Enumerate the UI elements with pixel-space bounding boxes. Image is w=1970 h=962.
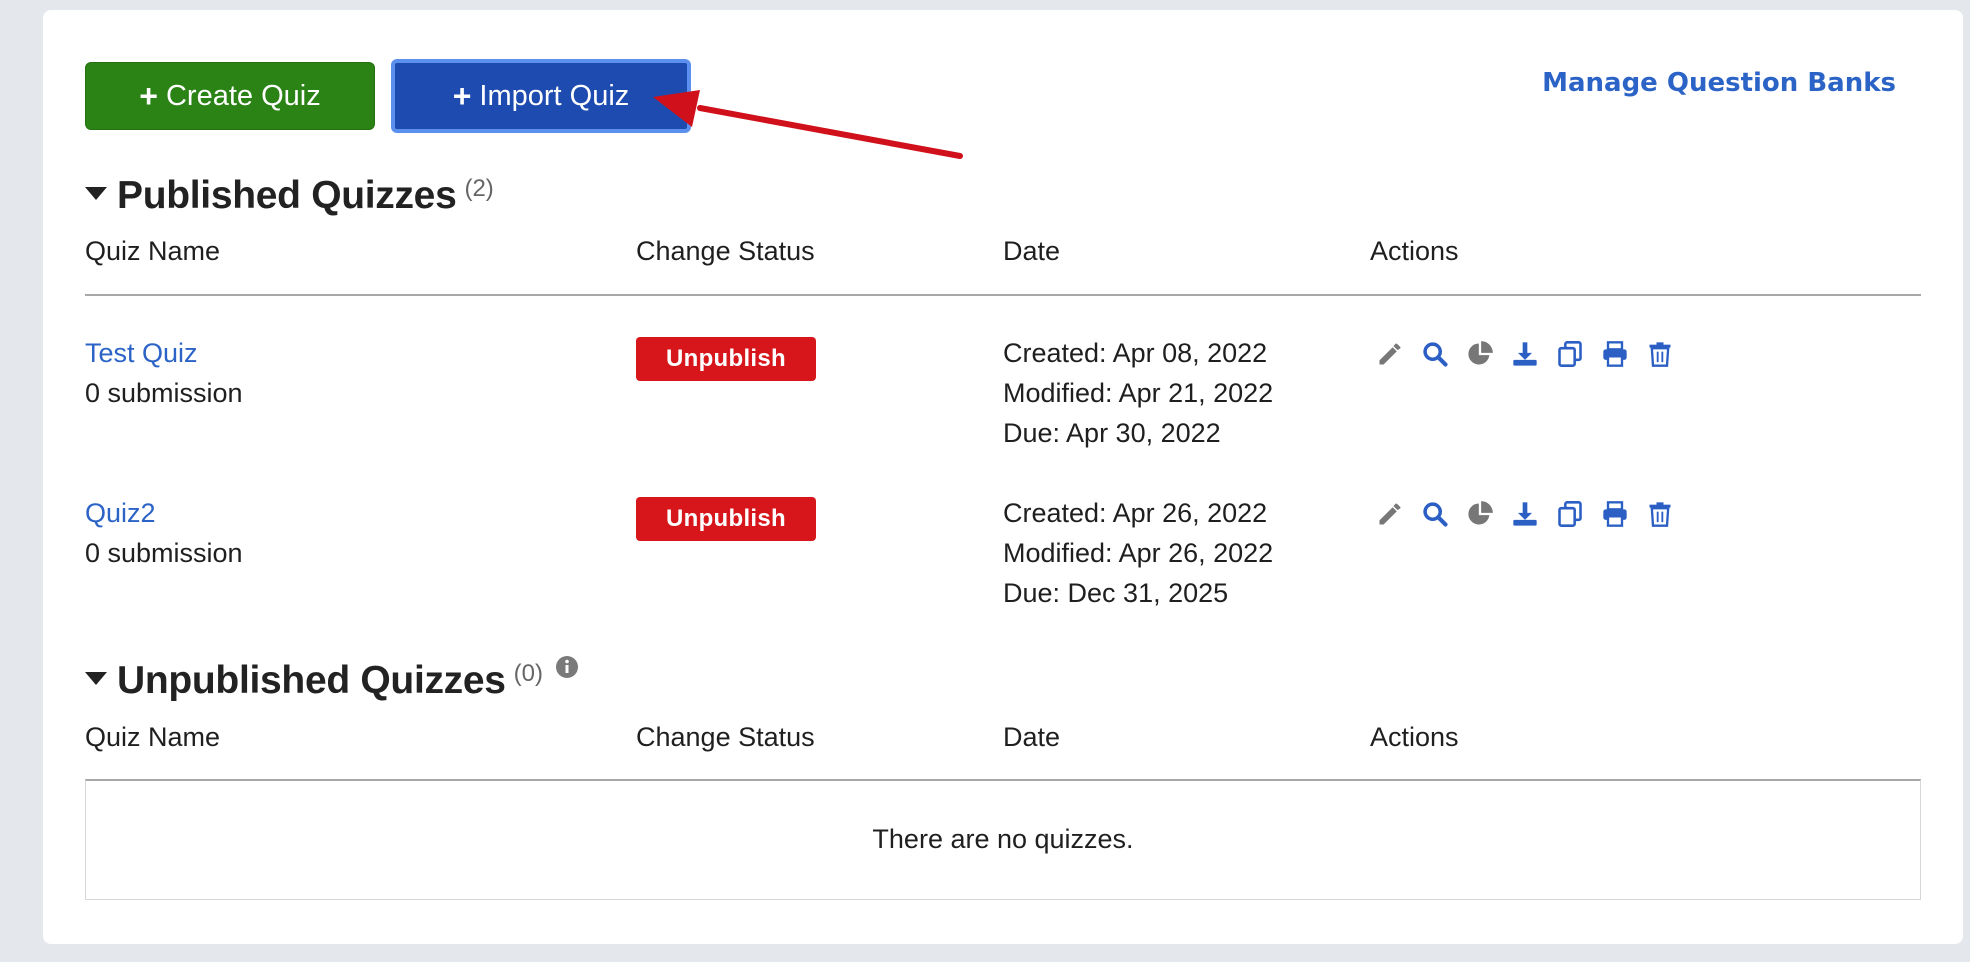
- plus-icon: +: [452, 78, 472, 114]
- pie-chart-icon[interactable]: [1466, 500, 1494, 528]
- trash-icon[interactable]: [1646, 340, 1674, 368]
- edit-icon[interactable]: [1376, 340, 1404, 368]
- print-icon[interactable]: [1601, 500, 1629, 528]
- empty-state: There are no quizzes.: [85, 780, 1921, 900]
- caret-down-icon: [85, 187, 107, 200]
- col-actions: Actions: [1370, 722, 1459, 752]
- col-quiz-name: Quiz Name: [85, 722, 221, 752]
- unpublish-button[interactable]: Unpublish: [636, 497, 816, 541]
- copy-icon[interactable]: [1556, 500, 1584, 528]
- search-icon[interactable]: [1421, 340, 1449, 368]
- manage-question-banks-link[interactable]: Manage Question Banks: [1542, 68, 1896, 98]
- modified-date: Modified: Apr 26, 2022: [1003, 538, 1274, 568]
- search-icon[interactable]: [1421, 500, 1449, 528]
- caret-down-icon: [85, 672, 107, 685]
- published-count: (2): [464, 175, 494, 202]
- import-quiz-label: Import Quiz: [479, 79, 630, 112]
- unpublish-button[interactable]: Unpublish: [636, 337, 816, 381]
- print-icon[interactable]: [1601, 340, 1629, 368]
- unpublished-section-toggle[interactable]: Unpublished Quizzes (0): [85, 656, 579, 703]
- col-change-status: Change Status: [636, 722, 815, 752]
- quiz-panel: + Create Quiz + Import Quiz Manage Quest…: [43, 10, 1963, 944]
- empty-message: There are no quizzes.: [872, 824, 1134, 854]
- trash-icon[interactable]: [1646, 500, 1674, 528]
- row-actions: [1376, 340, 1674, 368]
- row-actions: [1376, 500, 1674, 528]
- submission-count: 0 submission: [85, 538, 243, 568]
- col-change-status: Change Status: [636, 236, 815, 266]
- col-quiz-name: Quiz Name: [85, 236, 221, 266]
- import-quiz-button[interactable]: + Import Quiz: [391, 59, 691, 133]
- download-icon[interactable]: [1511, 340, 1539, 368]
- unpublished-title: Unpublished Quizzes: [117, 659, 506, 702]
- submission-count: 0 submission: [85, 378, 243, 408]
- due-date: Due: Dec 31, 2025: [1003, 578, 1229, 608]
- edit-icon[interactable]: [1376, 500, 1404, 528]
- info-icon[interactable]: [555, 655, 579, 679]
- published-title: Published Quizzes: [117, 174, 457, 217]
- quiz-name-link[interactable]: Test Quiz: [85, 338, 198, 369]
- quiz-name-link[interactable]: Quiz2: [85, 498, 156, 529]
- created-date: Created: Apr 08, 2022: [1003, 338, 1268, 368]
- create-quiz-label: Create Quiz: [165, 79, 321, 112]
- col-actions: Actions: [1370, 236, 1459, 266]
- plus-icon: +: [139, 78, 158, 114]
- download-icon[interactable]: [1511, 500, 1539, 528]
- col-date: Date: [1003, 236, 1061, 266]
- header-divider: [85, 294, 1921, 296]
- unpublished-count: (0): [513, 660, 544, 687]
- create-quiz-button[interactable]: + Create Quiz: [85, 62, 375, 130]
- created-date: Created: Apr 26, 2022: [1003, 498, 1268, 528]
- due-date: Due: Apr 30, 2022: [1003, 418, 1221, 448]
- pie-chart-icon[interactable]: [1466, 340, 1494, 368]
- col-date: Date: [1003, 722, 1061, 752]
- published-section-toggle[interactable]: Published Quizzes (2): [85, 174, 494, 218]
- modified-date: Modified: Apr 21, 2022: [1003, 378, 1274, 408]
- copy-icon[interactable]: [1556, 340, 1584, 368]
